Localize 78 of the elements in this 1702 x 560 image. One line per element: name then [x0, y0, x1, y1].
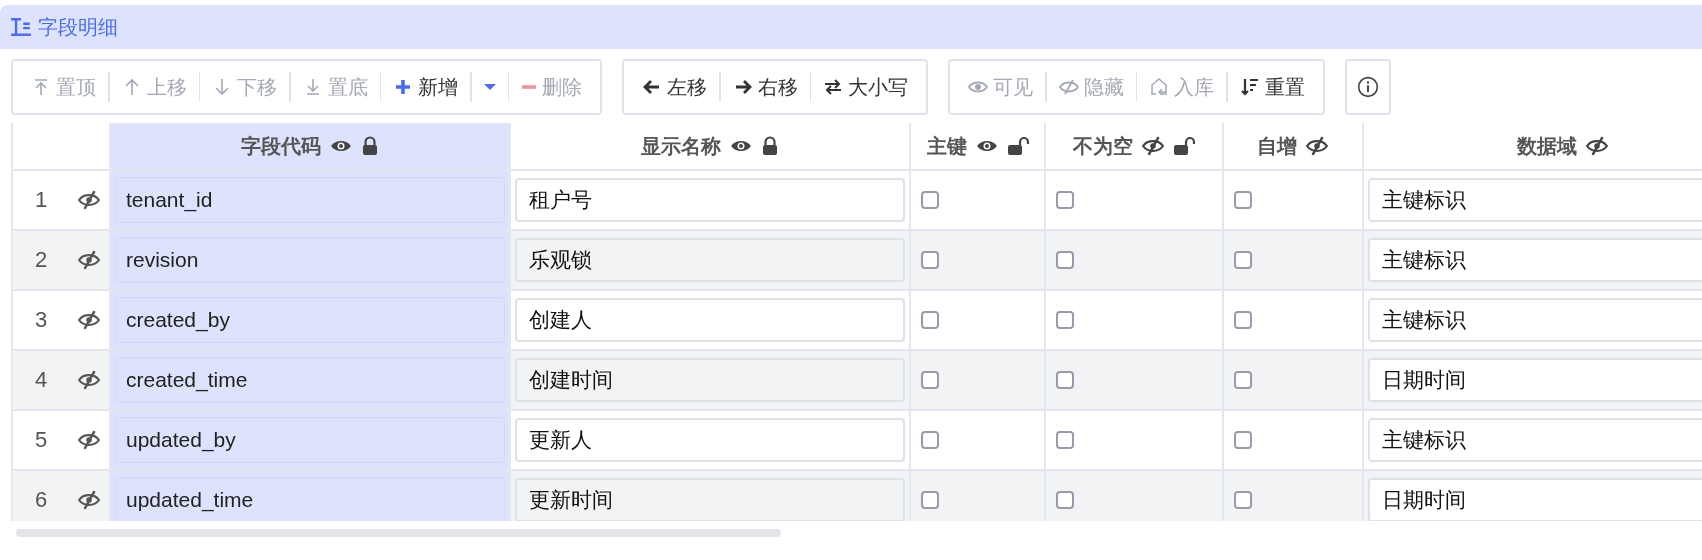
checkbox[interactable]	[921, 251, 939, 269]
name-field[interactable]: 乐观锁	[515, 238, 905, 282]
field-code: created_time	[115, 357, 505, 403]
field-code: tenant_id	[115, 177, 505, 223]
toolbar-button[interactable]: 重置	[1227, 61, 1317, 113]
scrollbar[interactable]	[16, 529, 781, 537]
checkbox[interactable]	[1234, 311, 1252, 329]
name-field[interactable]: 更新人	[515, 418, 905, 462]
checkbox[interactable]	[1234, 371, 1252, 389]
checkbox[interactable]	[921, 491, 939, 509]
checkbox[interactable]	[921, 371, 939, 389]
domain-field[interactable]: 主键标识	[1368, 298, 1702, 342]
row-number: 5	[35, 427, 48, 453]
panel-title: 字段明细	[38, 14, 118, 40]
eye-slash-icon[interactable]	[1141, 135, 1165, 157]
domain-field[interactable]: 日期时间	[1368, 358, 1702, 402]
column-header[interactable]: 自增	[1224, 123, 1364, 171]
swap-arrows-icon	[823, 77, 843, 97]
eye-slash-icon[interactable]	[77, 189, 101, 211]
info-icon	[1356, 76, 1379, 98]
domain-field[interactable]: 主键标识	[1368, 418, 1702, 462]
row-number: 3	[35, 307, 48, 333]
checkbox[interactable]	[1234, 491, 1252, 509]
checkbox[interactable]	[1234, 431, 1252, 449]
checkbox[interactable]	[1056, 311, 1074, 329]
info-button[interactable]	[1344, 59, 1391, 115]
checkbox[interactable]	[1234, 191, 1252, 209]
name-field[interactable]: 更新时间	[515, 478, 905, 521]
field-code: created_by	[115, 297, 505, 343]
checkbox[interactable]	[921, 311, 939, 329]
unlocked-lock-icon[interactable]	[1173, 136, 1195, 156]
checkbox[interactable]	[1234, 251, 1252, 269]
eye-slash-icon[interactable]	[77, 309, 101, 331]
row-number: 1	[35, 187, 48, 213]
checkbox[interactable]	[921, 191, 939, 209]
down-arrow-icon	[212, 77, 232, 97]
column-header[interactable]: 数据域	[1364, 123, 1702, 171]
row-number: 6	[35, 487, 48, 513]
column-header[interactable]: 字段代码	[111, 123, 511, 171]
eye-slash-icon[interactable]	[77, 429, 101, 451]
field-code: revision	[115, 237, 505, 283]
eye-slash-icon[interactable]	[1305, 135, 1329, 157]
name-field[interactable]: 创建时间	[515, 358, 905, 402]
eye-slash-icon[interactable]	[1585, 135, 1609, 157]
minus-icon	[521, 85, 537, 89]
column-header[interactable]: 主键	[911, 123, 1046, 171]
checkbox[interactable]	[1056, 491, 1074, 509]
domain-field[interactable]: 日期时间	[1368, 478, 1702, 521]
eye-slash-icon	[1058, 77, 1079, 97]
unlocked-lock-icon[interactable]	[1006, 136, 1029, 156]
eye-slash-icon[interactable]	[77, 369, 101, 391]
plus-icon	[393, 77, 413, 97]
column-header[interactable]: 不为空	[1046, 123, 1224, 171]
eye-slash-icon[interactable]	[77, 489, 101, 511]
field-code: updated_by	[115, 417, 505, 463]
import-icon	[1149, 77, 1169, 97]
text-icon	[10, 16, 32, 38]
domain-field[interactable]: 主键标识	[1368, 178, 1702, 222]
field-code: updated_time	[115, 477, 505, 521]
checkbox[interactable]	[1056, 431, 1074, 449]
eye-slash-icon[interactable]	[77, 249, 101, 271]
toolbar-button[interactable]: 左移	[630, 61, 719, 113]
checkbox[interactable]	[921, 431, 939, 449]
checkbox[interactable]	[1056, 251, 1074, 269]
sort-icon	[1239, 77, 1260, 97]
row-number: 2	[35, 247, 48, 273]
toolbar-button[interactable]: 大小写	[811, 61, 920, 113]
column-header[interactable]: 显示名称	[511, 123, 911, 171]
name-field[interactable]: 租户号	[515, 178, 905, 222]
row-number: 4	[35, 367, 48, 393]
name-field[interactable]: 创建人	[515, 298, 905, 342]
lock-icon[interactable]	[361, 136, 379, 156]
toolbar-button[interactable]: 右移	[720, 61, 810, 113]
toolbar-button[interactable]: 新增	[381, 61, 470, 113]
lock-icon[interactable]	[761, 136, 779, 156]
checkbox[interactable]	[1056, 191, 1074, 209]
domain-field[interactable]: 主键标识	[1368, 238, 1702, 282]
checkbox[interactable]	[1056, 371, 1074, 389]
